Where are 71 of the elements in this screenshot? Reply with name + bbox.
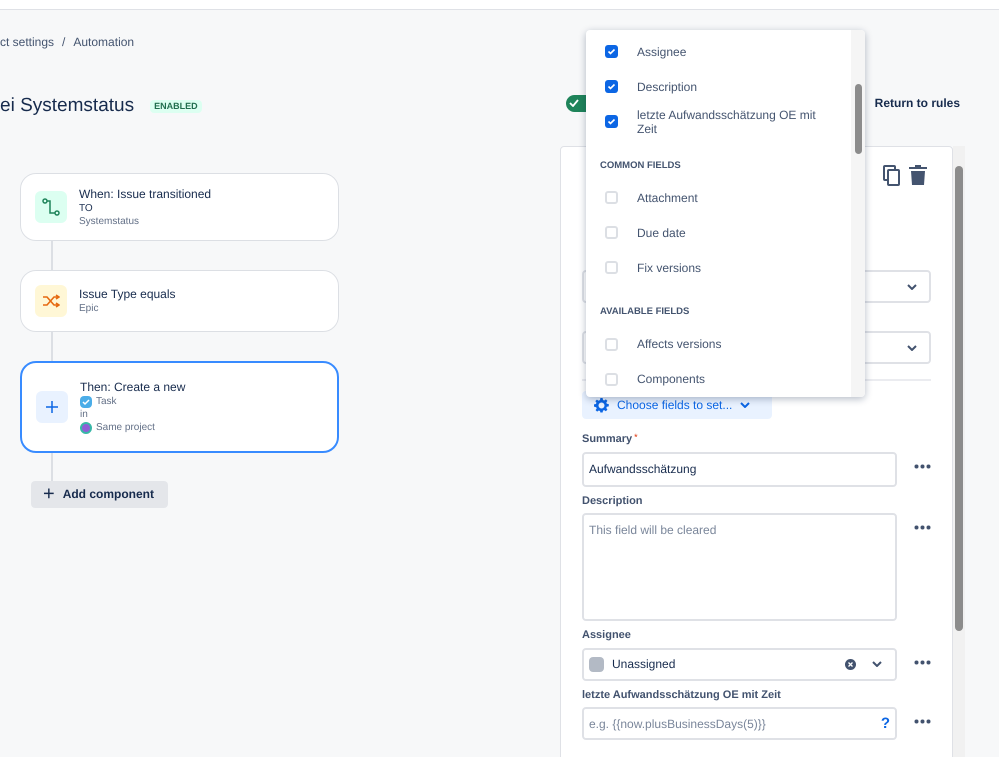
menu-section-heading: COMMON FIELDS: [599, 159, 682, 173]
task-checkbox-icon: [80, 396, 92, 408]
checkbox[interactable]: [605, 45, 618, 58]
rule-component-card[interactable]: Then: Create a new Task in Same project: [20, 360, 339, 452]
assignee-value: Unassigned: [612, 656, 676, 673]
menu-scrollbar[interactable]: [851, 30, 865, 397]
rule-component-card[interactable]: When: Issue transitioned TO Systemstatus: [20, 172, 339, 240]
field-label: Assignee: [582, 628, 631, 643]
component-detail: Systemstatus: [79, 214, 140, 228]
breadcrumb-link[interactable]: ct settings: [0, 33, 54, 51]
assignee-select[interactable]: Unassigned: [582, 648, 897, 680]
more-icon[interactable]: [914, 719, 931, 724]
settings-icon: [594, 398, 609, 412]
checkbox[interactable]: [605, 372, 618, 386]
rule-component-card[interactable]: Issue Type equals Epic: [20, 270, 339, 332]
required-marker: *: [634, 431, 638, 444]
checkbox[interactable]: [605, 338, 618, 350]
field-label: Summary: [582, 432, 632, 447]
breadcrumb-separator: /: [62, 34, 66, 51]
more-icon[interactable]: [914, 464, 931, 468]
status-badge: ENABLED: [150, 100, 202, 113]
field-option[interactable]: Affects versions: [586, 326, 851, 362]
more-icon[interactable]: [914, 660, 931, 664]
add-component-button[interactable]: + Add component: [31, 480, 168, 508]
panel-scrollbar[interactable]: [953, 146, 965, 757]
field-option[interactable]: Description: [586, 69, 851, 104]
field-option[interactable]: Attachment: [586, 180, 851, 216]
chevron-down-icon: [907, 284, 917, 290]
field-option[interactable]: letzte Aufwandsschätzung OE mit Zeit: [586, 104, 851, 139]
component-title: Then: Create a new: [80, 379, 186, 395]
chevron-down-icon: [907, 344, 917, 350]
component-detail: TO: [79, 202, 93, 214]
field-option[interactable]: Due date: [586, 215, 851, 250]
field-label: Description: [582, 494, 643, 508]
help-icon[interactable]: ?: [880, 716, 890, 731]
description-textarea[interactable]: This field will be cleared: [582, 513, 897, 621]
checkmark-icon: [607, 47, 616, 56]
field-label: letzte Aufwandsschätzung OE mit Zeit: [582, 688, 781, 702]
smart-value-field[interactable]: e.g. {{now.plusBusinessDays(5)}} ?: [582, 707, 897, 740]
checkmark-icon: [607, 117, 616, 126]
shuffle-icon: [35, 284, 67, 316]
chevron-down-icon: [740, 402, 750, 408]
checkmark-icon: [607, 82, 616, 91]
summary-input[interactable]: Aufwandsschätzung: [582, 452, 897, 486]
checkbox[interactable]: [605, 191, 618, 204]
plus-icon: [36, 390, 68, 422]
breadcrumb-link[interactable]: Automation: [73, 33, 134, 51]
menu-section-heading: AVAILABLE FIELDS: [599, 305, 690, 320]
project-avatar-icon: [80, 422, 92, 434]
trash-icon[interactable]: [909, 165, 927, 185]
clear-icon[interactable]: [845, 658, 856, 670]
copy-icon[interactable]: [883, 165, 901, 186]
component-detail: Task: [96, 395, 117, 408]
component-title: When: Issue transitioned: [79, 186, 212, 202]
checkbox[interactable]: [605, 80, 618, 93]
checkbox[interactable]: [605, 115, 618, 128]
component-title: Issue Type equals: [79, 286, 176, 302]
checkbox[interactable]: [605, 261, 618, 274]
user-avatar-icon: [589, 656, 604, 672]
transition-icon: [35, 190, 67, 222]
checkmark-icon: [569, 99, 579, 107]
chevron-down-icon: [872, 661, 882, 667]
return-to-rules-link[interactable]: Return to rules: [874, 94, 960, 112]
more-icon[interactable]: [914, 525, 931, 530]
field-option[interactable]: Assignee: [586, 34, 851, 69]
component-detail: Same project: [96, 421, 155, 434]
component-detail: in: [80, 408, 88, 421]
checkbox[interactable]: [605, 226, 618, 240]
field-option[interactable]: Fix versions: [586, 250, 851, 286]
component-detail: Epic: [79, 302, 98, 315]
rule-title: ei Systemstatus: [0, 94, 134, 118]
